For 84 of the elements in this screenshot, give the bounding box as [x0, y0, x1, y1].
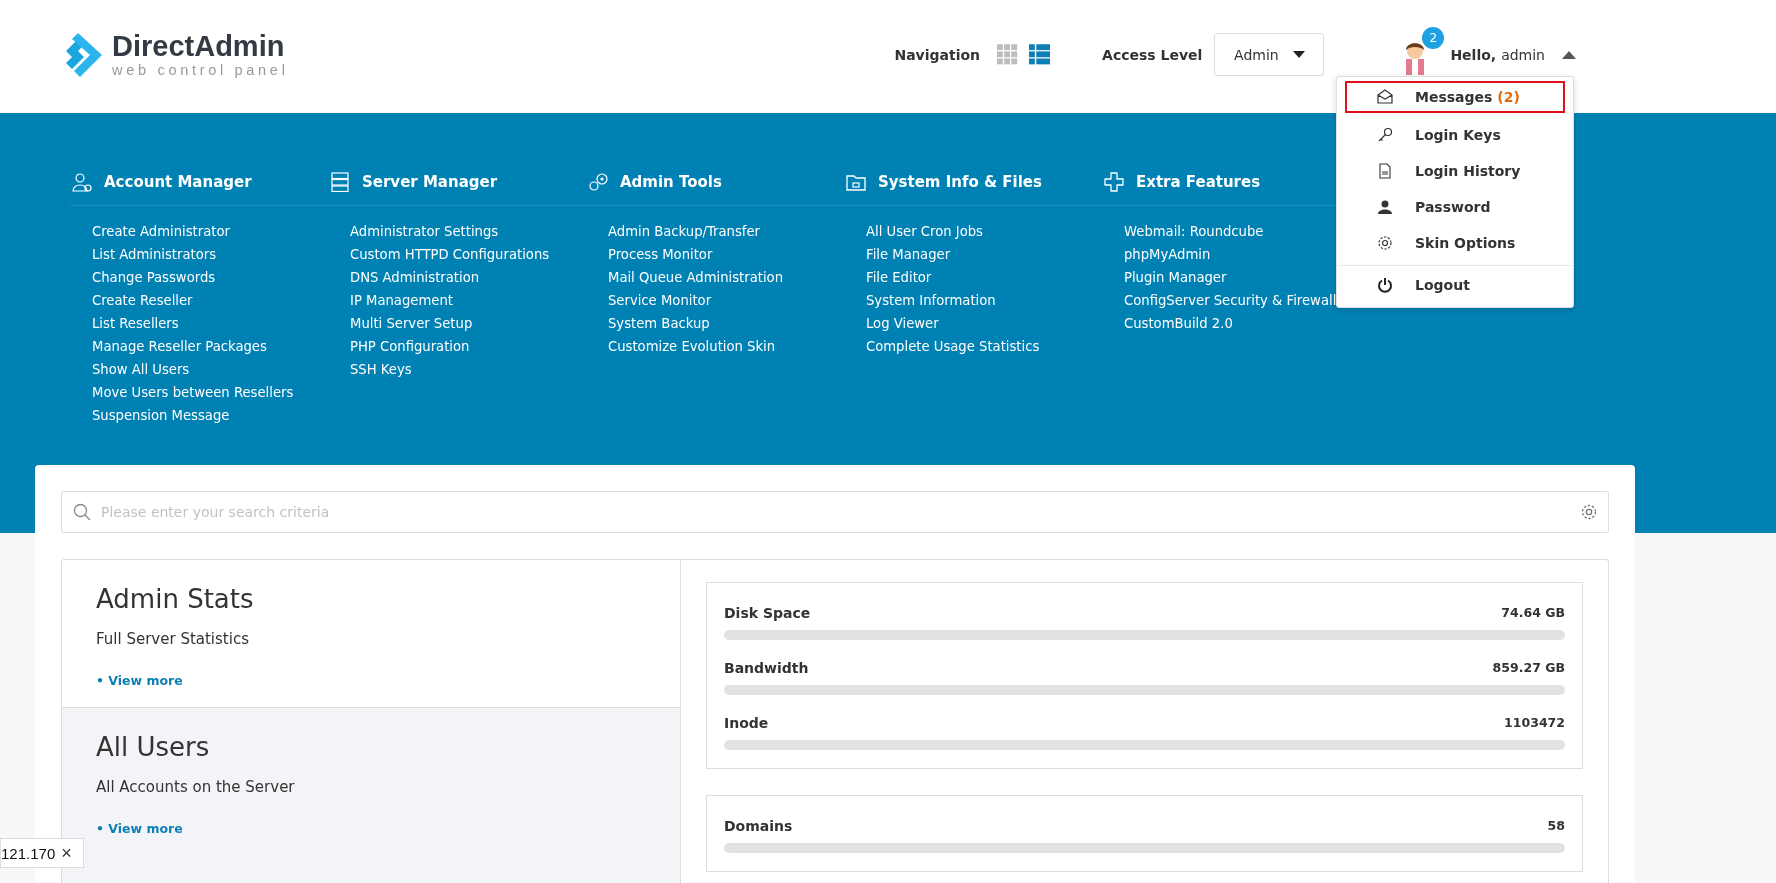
nav-link[interactable]: Create Reseller: [92, 289, 193, 312]
nav-link[interactable]: Complete Usage Statistics: [866, 335, 1040, 358]
section-subtitle: Full Server Statistics: [96, 630, 250, 648]
section-title: All Users: [96, 732, 211, 762]
close-button[interactable]: ×: [59, 844, 74, 862]
nav-link[interactable]: File Manager: [866, 243, 951, 266]
usage-value: 1103472: [1504, 715, 1565, 731]
caret-down-icon: [1292, 51, 1305, 58]
nav-link[interactable]: Create Administrator: [92, 220, 230, 243]
nav-link[interactable]: Move Users between Resellers: [92, 381, 294, 404]
power-icon: [1377, 276, 1393, 293]
usage-label: Bandwidth: [724, 660, 809, 676]
chip-text: 121.170: [1, 844, 56, 862]
nav-link[interactable]: Multi Server Setup: [350, 312, 473, 335]
search-input[interactable]: Please enter your search criteria: [99, 503, 1572, 521]
section-heading: Server Manager: [362, 173, 498, 191]
notification-badge: 2: [1422, 26, 1445, 49]
server-icon: [330, 172, 350, 192]
document-icon: [1377, 163, 1393, 179]
nav-link[interactable]: Suspension Message: [92, 404, 230, 427]
usage-value: 58: [1547, 818, 1565, 834]
person-icon: [1377, 199, 1393, 215]
usage-value: 859.27 GB: [1492, 660, 1565, 676]
usage-label: Disk Space: [724, 605, 811, 621]
nav-link[interactable]: Log Viewer: [866, 312, 939, 335]
nav-link[interactable]: Process Monitor: [608, 243, 713, 266]
search-field[interactable]: Please enter your search criteria: [61, 491, 1609, 533]
menu-item[interactable]: Login Keys: [1345, 117, 1565, 153]
section-heading: Admin Tools: [620, 173, 722, 191]
usage-label: Domains: [724, 818, 793, 834]
section-subtitle: All Accounts on the Server: [96, 778, 296, 796]
nav-link[interactable]: System Information: [866, 289, 996, 312]
nav-link[interactable]: List Administrators: [92, 243, 216, 266]
nav-link[interactable]: Webmail: Roundcube: [1124, 220, 1264, 243]
nav-link[interactable]: SSH Keys: [350, 358, 412, 381]
menu-item[interactable]: Password: [1345, 189, 1565, 225]
menu-item[interactable]: Messages (2): [1345, 81, 1565, 113]
user-menu-toggle[interactable]: Hello, admin: [1450, 46, 1576, 63]
nav-link[interactable]: All User Cron Jobs: [866, 220, 983, 243]
nav-link[interactable]: IP Management: [350, 289, 453, 312]
menu-item[interactable]: Logout: [1337, 265, 1573, 305]
nav-link[interactable]: Admin Backup/Transfer: [608, 220, 761, 243]
view-more-link[interactable]: • View more: [96, 673, 183, 688]
users-icon: [72, 172, 92, 192]
section-heading: Account Manager: [104, 173, 252, 191]
nav-link[interactable]: ConfigServer Security & Firewall: [1124, 289, 1337, 312]
folder-icon: [846, 172, 866, 192]
logo-tagline: web control panel: [112, 62, 289, 78]
nav-link[interactable]: Manage Reseller Packages: [92, 335, 267, 358]
nav-link[interactable]: Plugin Manager: [1124, 266, 1227, 289]
menu-item[interactable]: Skin Options: [1345, 225, 1565, 261]
search-icon: [73, 503, 91, 521]
nav-link[interactable]: Change Passwords: [92, 266, 216, 289]
key-icon: [1377, 127, 1393, 143]
logo-wordmark: DirectAdmin: [112, 31, 286, 61]
envelope-icon: [1377, 89, 1393, 105]
menu-item[interactable]: Login History: [1345, 153, 1565, 189]
access-level-label: Access Level: [1102, 46, 1203, 63]
nav-link[interactable]: Administrator Settings: [350, 220, 499, 243]
nav-link[interactable]: CustomBuild 2.0: [1124, 312, 1233, 335]
nav-link[interactable]: List Resellers: [92, 312, 179, 335]
gears-icon: [588, 172, 608, 192]
view-more-link[interactable]: • View more: [96, 821, 183, 836]
nav-link[interactable]: Custom HTTPD Configurations: [350, 243, 550, 266]
nav-link[interactable]: System Backup: [608, 312, 710, 335]
list-view-icon[interactable]: [1029, 44, 1051, 65]
nav-link[interactable]: phpMyAdmin: [1124, 243, 1211, 266]
usage-label: Inode: [724, 715, 769, 731]
nav-link[interactable]: Service Monitor: [608, 289, 712, 312]
nav-link[interactable]: File Editor: [866, 266, 932, 289]
access-level-dropdown[interactable]: Admin: [1214, 33, 1325, 76]
section-title: Admin Stats: [96, 584, 255, 614]
nav-link[interactable]: DNS Administration: [350, 266, 480, 289]
section-heading: System Info & Files: [878, 173, 1042, 191]
nav-link[interactable]: Mail Queue Administration: [608, 266, 783, 289]
nav-link[interactable]: PHP Configuration: [350, 335, 470, 358]
plus-icon: [1104, 172, 1124, 192]
usage-value: 74.64 GB: [1501, 605, 1565, 621]
gear-icon: [1377, 235, 1393, 251]
settings-icon: [1580, 503, 1598, 521]
section-heading: Extra Features: [1136, 173, 1261, 191]
navigation-label: Navigation: [894, 46, 981, 63]
nav-link[interactable]: Customize Evolution Skin: [608, 335, 776, 358]
nav-link[interactable]: Show All Users: [92, 358, 190, 381]
